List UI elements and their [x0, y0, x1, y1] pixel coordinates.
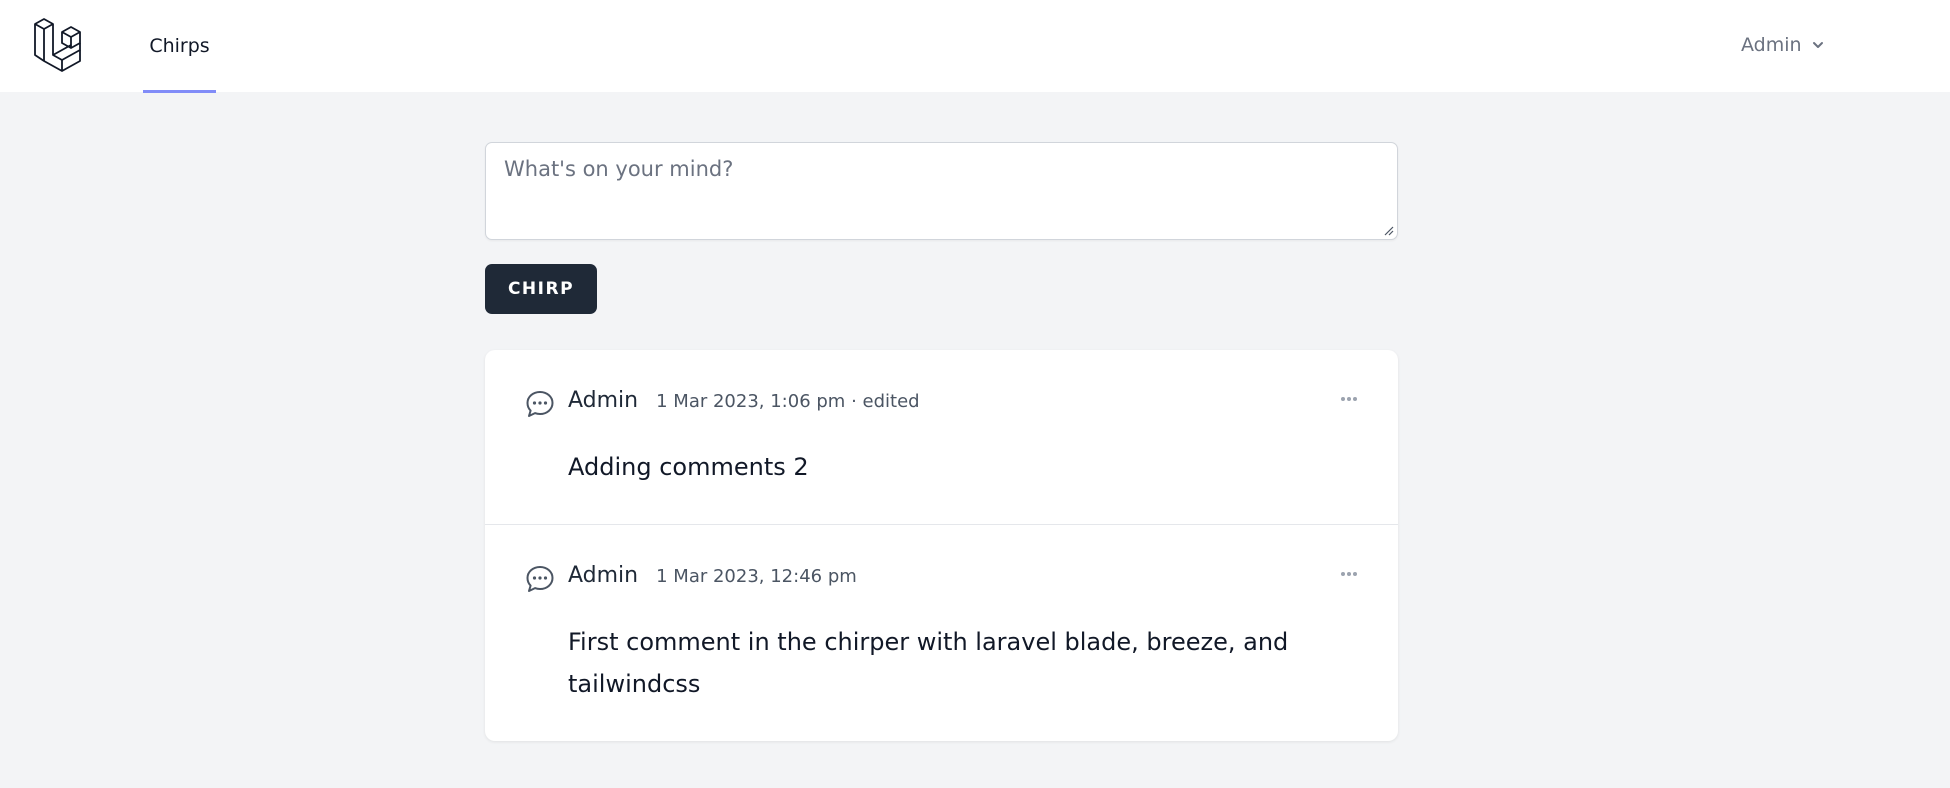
- ellipsis-icon[interactable]: [1338, 563, 1360, 585]
- chirp-submit-button[interactable]: CHIRP: [485, 264, 597, 314]
- user-menu-name: Admin: [1741, 34, 1802, 56]
- nav-link-chirps[interactable]: Chirps: [143, 0, 216, 93]
- chirp-message-input[interactable]: [486, 143, 1397, 239]
- chirp-item: Admin 1 Mar 2023, 1:06 pm · edited Addin…: [485, 350, 1398, 524]
- chat-bubble-icon: [526, 566, 554, 592]
- user-menu-dropdown[interactable]: Admin: [1741, 30, 1826, 60]
- ellipsis-icon[interactable]: [1338, 388, 1360, 410]
- chirp-date: 1 Mar 2023, 12:46 pm: [656, 566, 857, 587]
- chirp-feed: Admin 1 Mar 2023, 1:06 pm · edited Addin…: [485, 350, 1398, 741]
- chirp-author: Admin: [568, 388, 639, 413]
- chirp-message: Adding comments 2: [568, 453, 809, 481]
- chirp-composer: [485, 142, 1398, 240]
- chevron-down-icon: [1812, 42, 1823, 48]
- chat-bubble-icon: [526, 391, 554, 417]
- chirp-timestamp: 1 Mar 2023, 1:06 pm: [656, 391, 846, 412]
- top-navbar: Chirps Admin: [0, 0, 1950, 93]
- chirp-timestamp: 1 Mar 2023, 12:46 pm: [656, 566, 857, 587]
- chirp-header: Admin 1 Mar 2023, 12:46 pm: [568, 563, 857, 588]
- chirp-edited-label: · edited: [851, 391, 920, 412]
- laravel-logo-icon[interactable]: [32, 18, 84, 72]
- chirp-author: Admin: [568, 563, 639, 588]
- resize-handle-icon[interactable]: [1382, 224, 1394, 236]
- chirp-form: CHIRP: [485, 142, 1398, 314]
- chirp-date: 1 Mar 2023, 1:06 pm · edited: [656, 391, 919, 412]
- main-content: CHIRP Admin 1 Mar 2023, 1:06 pm · edited…: [485, 142, 1398, 741]
- chirp-item: Admin 1 Mar 2023, 12:46 pm First comment…: [485, 524, 1398, 741]
- chirp-message: First comment in the chirper with larave…: [568, 628, 1289, 698]
- chirp-header: Admin 1 Mar 2023, 1:06 pm · edited: [568, 388, 920, 413]
